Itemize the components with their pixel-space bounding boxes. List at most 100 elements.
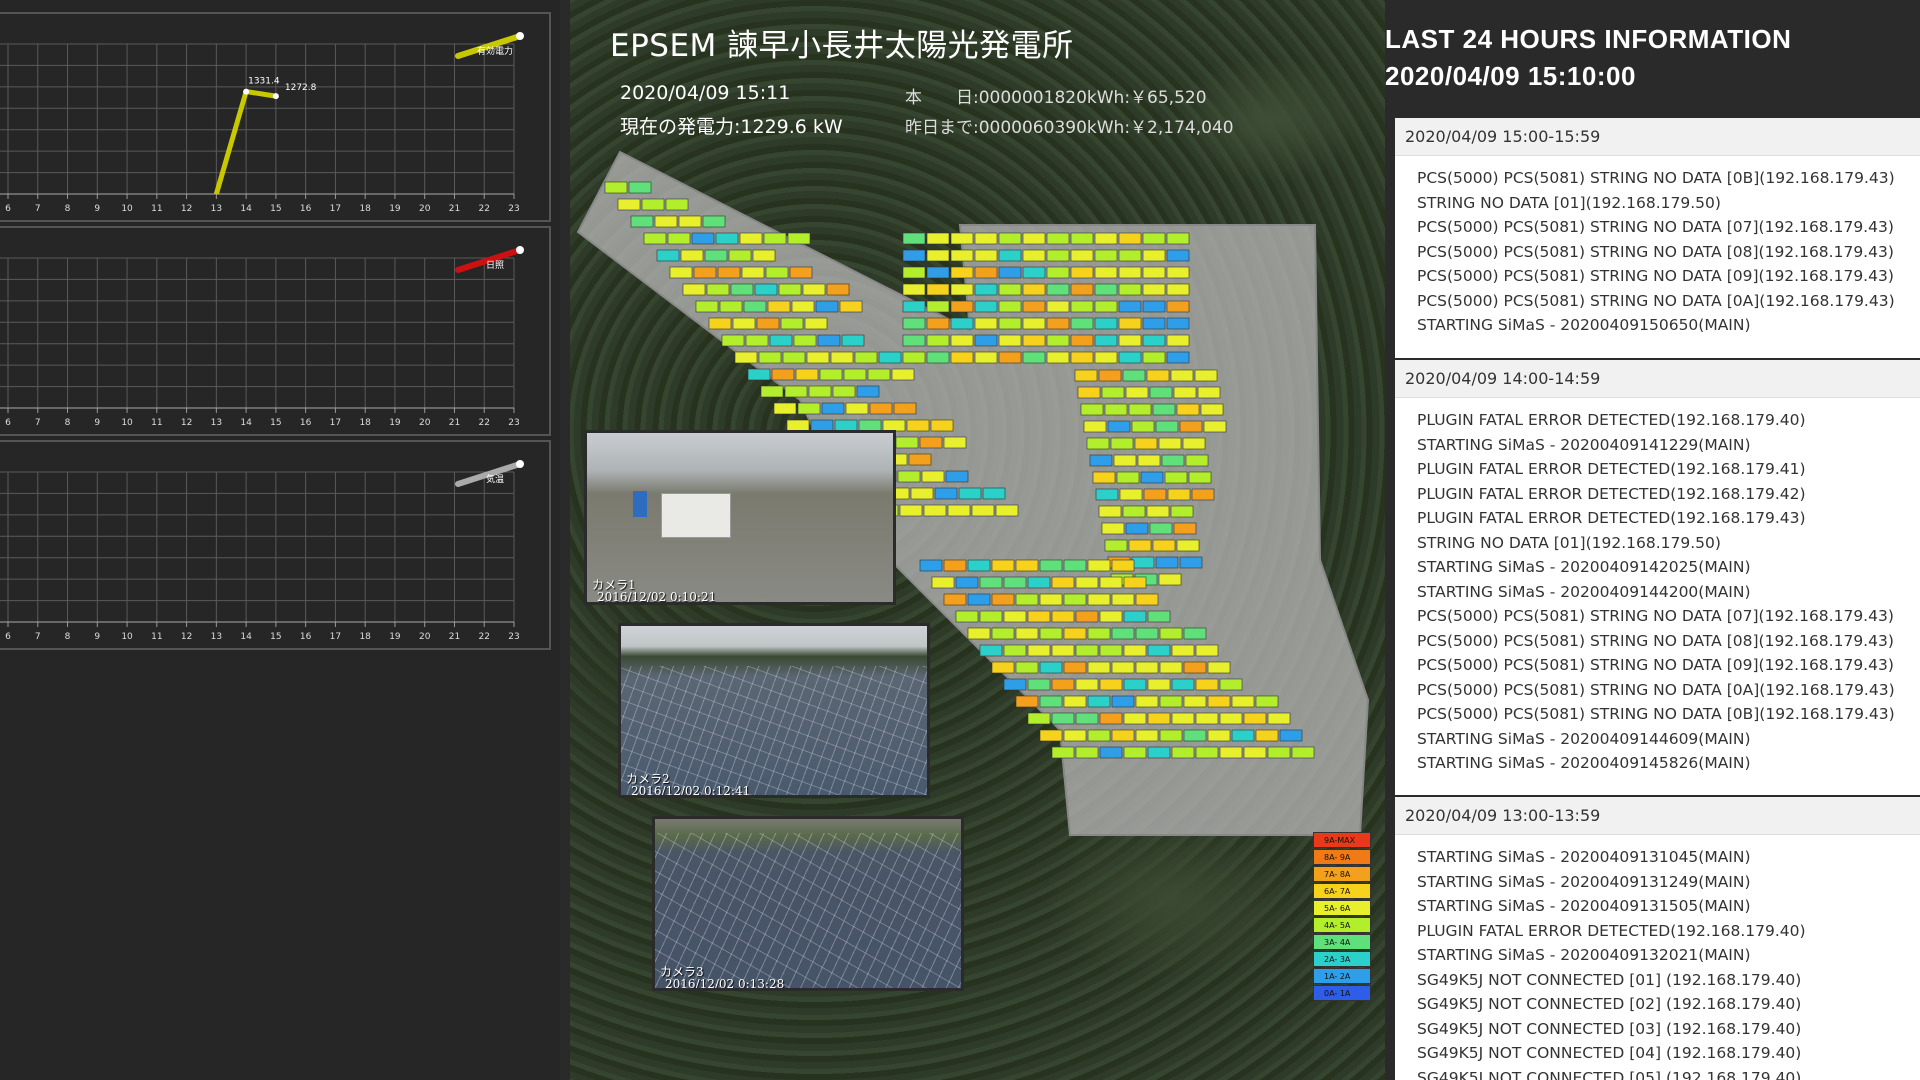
module-cell <box>1022 300 1046 313</box>
module-cell <box>756 317 780 330</box>
legend-item: 9A-MAX <box>1313 832 1371 848</box>
x-tick-label: 19 <box>389 204 401 214</box>
x-tick-label: 18 <box>359 204 371 214</box>
module-cell <box>974 317 998 330</box>
data-label: 1331.4 <box>248 77 280 87</box>
module-cell <box>1118 334 1142 347</box>
module-cell <box>1098 505 1122 518</box>
log-section-13[interactable]: 2020/04/09 13:00-13:59 STARTING SiMaS - … <box>1395 797 1920 1080</box>
module-cell <box>1118 351 1142 364</box>
x-tick-label: 15 <box>270 632 281 642</box>
module-cell <box>1074 369 1098 382</box>
module-cell <box>1146 505 1170 518</box>
module-cell <box>1051 678 1075 691</box>
module-cell <box>867 368 891 381</box>
log-section-body: STARTING SiMaS - 20200409131045(MAIN) ST… <box>1395 835 1920 1080</box>
module-cell <box>1027 678 1051 691</box>
log-line: PCS(5000) PCS(5081) STRING NO DATA [0A](… <box>1417 291 1895 310</box>
module-cell <box>1142 351 1166 364</box>
module-cell <box>1166 300 1190 313</box>
module-cell <box>1104 403 1128 416</box>
module-cell <box>895 436 919 449</box>
module-cell <box>979 610 1003 623</box>
legend-item: 1A- 2A <box>1313 968 1371 984</box>
module-cell <box>1243 746 1267 759</box>
module-cell <box>1104 539 1128 552</box>
module-cell <box>1291 746 1315 759</box>
module-cell <box>1131 420 1155 433</box>
x-tick-label: 19 <box>389 418 401 428</box>
module-cell <box>1039 695 1063 708</box>
module-cell <box>1111 627 1135 640</box>
module-cell <box>906 419 930 432</box>
module-cell <box>1075 678 1099 691</box>
module-cell <box>1118 317 1142 330</box>
x-tick-label: 16 <box>300 418 312 428</box>
module-cell <box>1231 729 1255 742</box>
camera-3-view[interactable]: カメラ3 2016/12/02 0:13:28 <box>652 816 964 991</box>
camera-1-view[interactable]: カメラ1 2016/12/02 0:10:21 <box>584 430 896 605</box>
module-cell <box>1070 232 1094 245</box>
module-cell <box>1159 729 1183 742</box>
module-cell <box>1118 300 1142 313</box>
log-section-15[interactable]: 2020/04/09 15:00-15:59 PCS(5000) PCS(508… <box>1395 118 1920 358</box>
module-cell <box>1149 522 1173 535</box>
module-cell <box>1027 644 1051 657</box>
module-cell <box>1183 627 1207 640</box>
current-datetime: 2020/04/09 15:11 <box>620 82 791 104</box>
module-cell <box>1063 559 1087 572</box>
data-label: 1272.8 <box>285 83 317 93</box>
module-cell <box>950 266 974 279</box>
module-cell <box>1118 266 1142 279</box>
x-tick-label: 12 <box>181 204 192 214</box>
module-cell <box>1070 249 1094 262</box>
camera-2-timestamp: 2016/12/02 0:12:41 <box>631 784 751 798</box>
x-tick-label: 20 <box>419 632 431 642</box>
module-cell <box>902 351 926 364</box>
x-tick-label: 15 <box>270 204 281 214</box>
module-cell <box>1075 644 1099 657</box>
module-cell <box>617 198 641 211</box>
module-cell <box>1123 610 1147 623</box>
module-cell <box>958 487 982 500</box>
module-cell <box>656 249 680 262</box>
module-cell <box>1166 317 1190 330</box>
x-tick-label: 14 <box>240 418 252 428</box>
module-cell <box>691 232 715 245</box>
module-cell <box>899 504 923 517</box>
module-cell <box>1161 454 1185 467</box>
camera-2-view[interactable]: カメラ2 2016/12/02 0:12:41 <box>618 623 930 798</box>
log-line: PCS(5000) PCS(5081) STRING NO DATA [09](… <box>1417 656 1894 674</box>
log-line: SG49K5J NOT CONNECTED [01] (192.168.179.… <box>1417 970 1802 989</box>
module-cell <box>763 232 787 245</box>
log-line: PLUGIN FATAL ERROR DETECTED(192.168.179.… <box>1417 411 1806 429</box>
module-cell <box>1155 556 1179 569</box>
cumulative-generation: 昨日まで:0000060390kWh:￥2,174,040 <box>905 118 1234 138</box>
module-cell <box>1022 351 1046 364</box>
module-cell <box>1087 559 1111 572</box>
log-section-14[interactable]: 2020/04/09 14:00-14:59 PLUGIN FATAL ERRO… <box>1395 360 1920 795</box>
module-cell <box>667 232 691 245</box>
module-cell <box>979 644 1003 657</box>
module-cell <box>1128 403 1152 416</box>
module-cell <box>1155 420 1179 433</box>
module-cell <box>1094 266 1118 279</box>
module-cell <box>998 232 1022 245</box>
module-cell <box>926 283 950 296</box>
module-cell <box>1099 576 1123 589</box>
module-cell <box>708 317 732 330</box>
module-cell <box>1003 678 1027 691</box>
module-cell <box>791 300 815 313</box>
module-cell <box>739 232 763 245</box>
module-cell <box>971 504 995 517</box>
plant-title: EPSEM 諫早小長井太陽光発電所 <box>610 28 1074 64</box>
module-cell <box>1070 351 1094 364</box>
module-cell <box>760 385 784 398</box>
log-section-header: 2020/04/09 15:00-15:59 <box>1395 118 1920 156</box>
chart-grid <box>0 471 515 627</box>
module-cell <box>943 559 967 572</box>
module-cell <box>715 232 739 245</box>
module-cell <box>839 300 863 313</box>
module-cell <box>1123 746 1147 759</box>
module-cell <box>782 351 806 364</box>
